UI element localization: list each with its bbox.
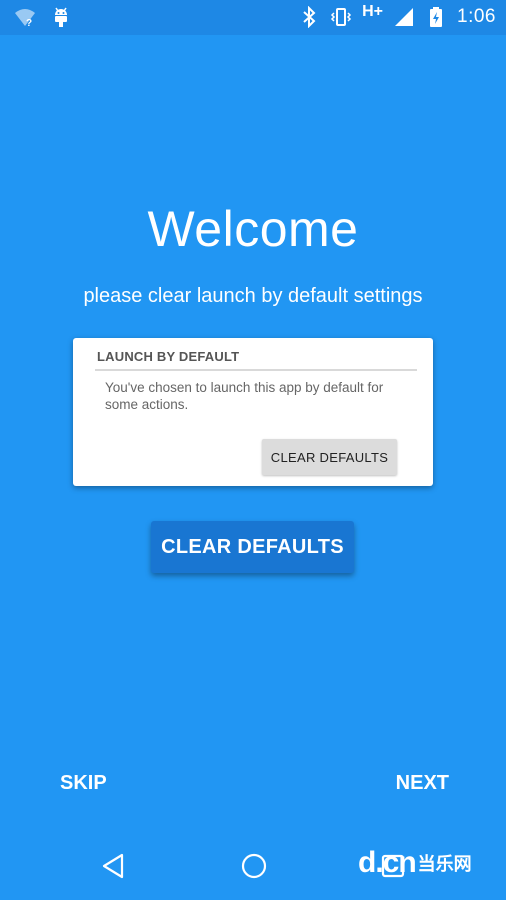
- page-subtitle: please clear launch by default settings: [83, 285, 423, 307]
- vibrate-icon: [330, 6, 352, 28]
- svg-text:?: ?: [26, 18, 32, 28]
- card-body-text: You've chosen to launch this app by defa…: [105, 380, 384, 412]
- signal-icon: [393, 6, 415, 28]
- skip-button[interactable]: SKIP: [60, 772, 107, 795]
- card-divider: [95, 369, 417, 371]
- watermark-text: 当乐网: [417, 854, 472, 875]
- status-time: 1:06: [457, 6, 496, 27]
- watermark-logo: d.cn: [358, 846, 417, 879]
- android-debug-icon: [50, 6, 72, 28]
- card-clear-defaults-button[interactable]: CLEAR DEFAULTS: [262, 439, 397, 475]
- network-type-label: H+: [362, 3, 384, 20]
- watermark: d.cn 当乐网: [358, 845, 498, 881]
- bluetooth-icon: [298, 5, 320, 29]
- launch-by-default-card: LAUNCH BY DEFAULT You've chosen to launc…: [73, 338, 433, 486]
- status-bar: ? H+ 1:06: [0, 0, 506, 35]
- page-title: Welcome: [147, 201, 359, 257]
- home-icon[interactable]: [240, 852, 268, 885]
- next-button[interactable]: NEXT: [396, 772, 449, 795]
- card-header: LAUNCH BY DEFAULT: [97, 349, 240, 364]
- wifi-question-icon: ?: [14, 6, 36, 29]
- battery-charging-icon: [425, 6, 447, 28]
- back-icon[interactable]: [100, 852, 126, 885]
- clear-defaults-button[interactable]: CLEAR DEFAULTS: [151, 521, 354, 573]
